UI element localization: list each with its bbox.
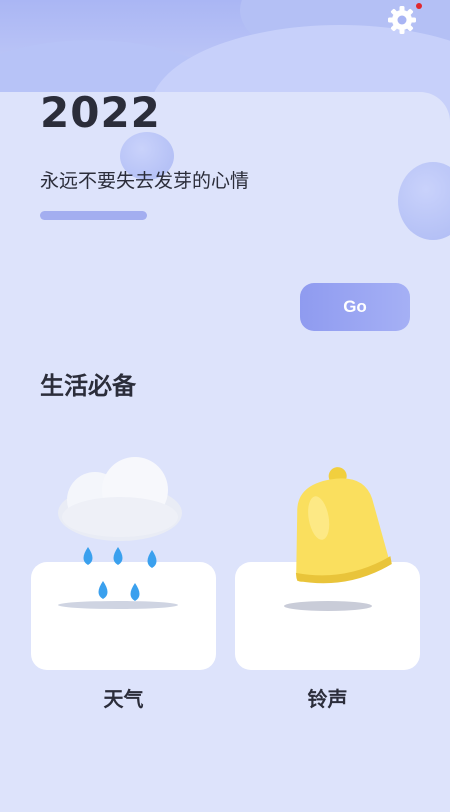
notification-dot: [416, 3, 422, 9]
gear-icon[interactable]: [386, 4, 418, 36]
section-title: 生活必备: [40, 372, 136, 400]
bell-icon: [284, 467, 392, 611]
go-button[interactable]: Go: [300, 283, 410, 331]
weather-label: 天气: [103, 687, 144, 711]
year-title: 2022: [40, 88, 161, 137]
progress-bar: [40, 211, 147, 220]
ringtone-label: 铃声: [307, 687, 348, 711]
motto-text: 永远不要失去发芽的心情: [40, 170, 250, 192]
rain-cloud-icon: [58, 457, 182, 609]
